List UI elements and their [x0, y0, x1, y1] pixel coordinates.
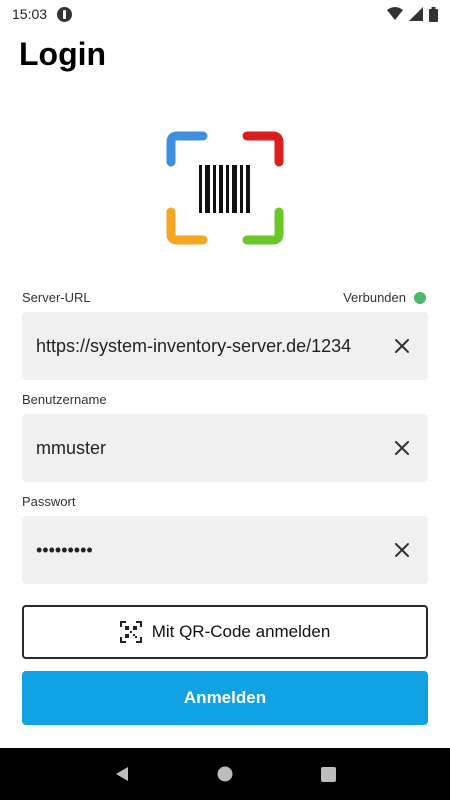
password-field[interactable] — [22, 516, 428, 584]
status-bar: 15:03 — [0, 0, 450, 28]
logo-corner-bottom-right — [242, 207, 284, 245]
logo-corner-top-right — [242, 131, 284, 167]
username-field[interactable] — [22, 414, 428, 482]
password-input[interactable] — [36, 539, 382, 561]
battery-icon — [429, 6, 438, 22]
server-url-label: Server-URL — [22, 290, 91, 305]
server-url-input[interactable] — [36, 335, 382, 357]
password-label: Passwort — [22, 494, 76, 509]
nav-home-button[interactable] — [205, 754, 245, 794]
qr-login-label: Mit QR-Code anmelden — [151, 622, 331, 641]
server-url-field[interactable] — [22, 312, 428, 380]
home-icon — [217, 766, 233, 782]
signal-icon — [409, 7, 423, 21]
username-label: Benutzername — [22, 392, 107, 407]
nav-back-button[interactable] — [102, 754, 142, 794]
back-icon — [115, 767, 128, 781]
clear-username-button[interactable] — [390, 436, 414, 460]
nav-recents-button[interactable] — [308, 754, 348, 794]
connection-status-dot — [414, 291, 426, 304]
logo-corner-top-left — [166, 131, 208, 167]
qr-login-button[interactable]: Mit QR-Code anmelden — [22, 605, 428, 659]
wifi-icon — [387, 7, 403, 20]
barcode-scanner-logo — [166, 131, 284, 245]
navigation-bar — [0, 748, 450, 800]
connection-status-text: Verbunden — [343, 290, 406, 305]
recents-icon — [320, 766, 336, 782]
connection-status: Verbunden — [343, 290, 426, 305]
status-icons — [387, 6, 438, 22]
logo-corner-bottom-left — [166, 207, 208, 245]
close-icon — [395, 339, 409, 353]
close-icon — [395, 543, 409, 557]
page-title: Login — [19, 36, 107, 72]
qr-code-scan-icon — [119, 621, 142, 643]
app-notification-icon — [57, 6, 73, 22]
status-time: 15:03 — [12, 6, 48, 22]
login-button[interactable]: Anmelden — [22, 671, 428, 725]
close-icon — [395, 441, 409, 455]
username-input[interactable] — [36, 437, 382, 459]
clear-server-url-button[interactable] — [390, 334, 414, 358]
clear-password-button[interactable] — [390, 538, 414, 562]
barcode-icon — [199, 165, 250, 213]
